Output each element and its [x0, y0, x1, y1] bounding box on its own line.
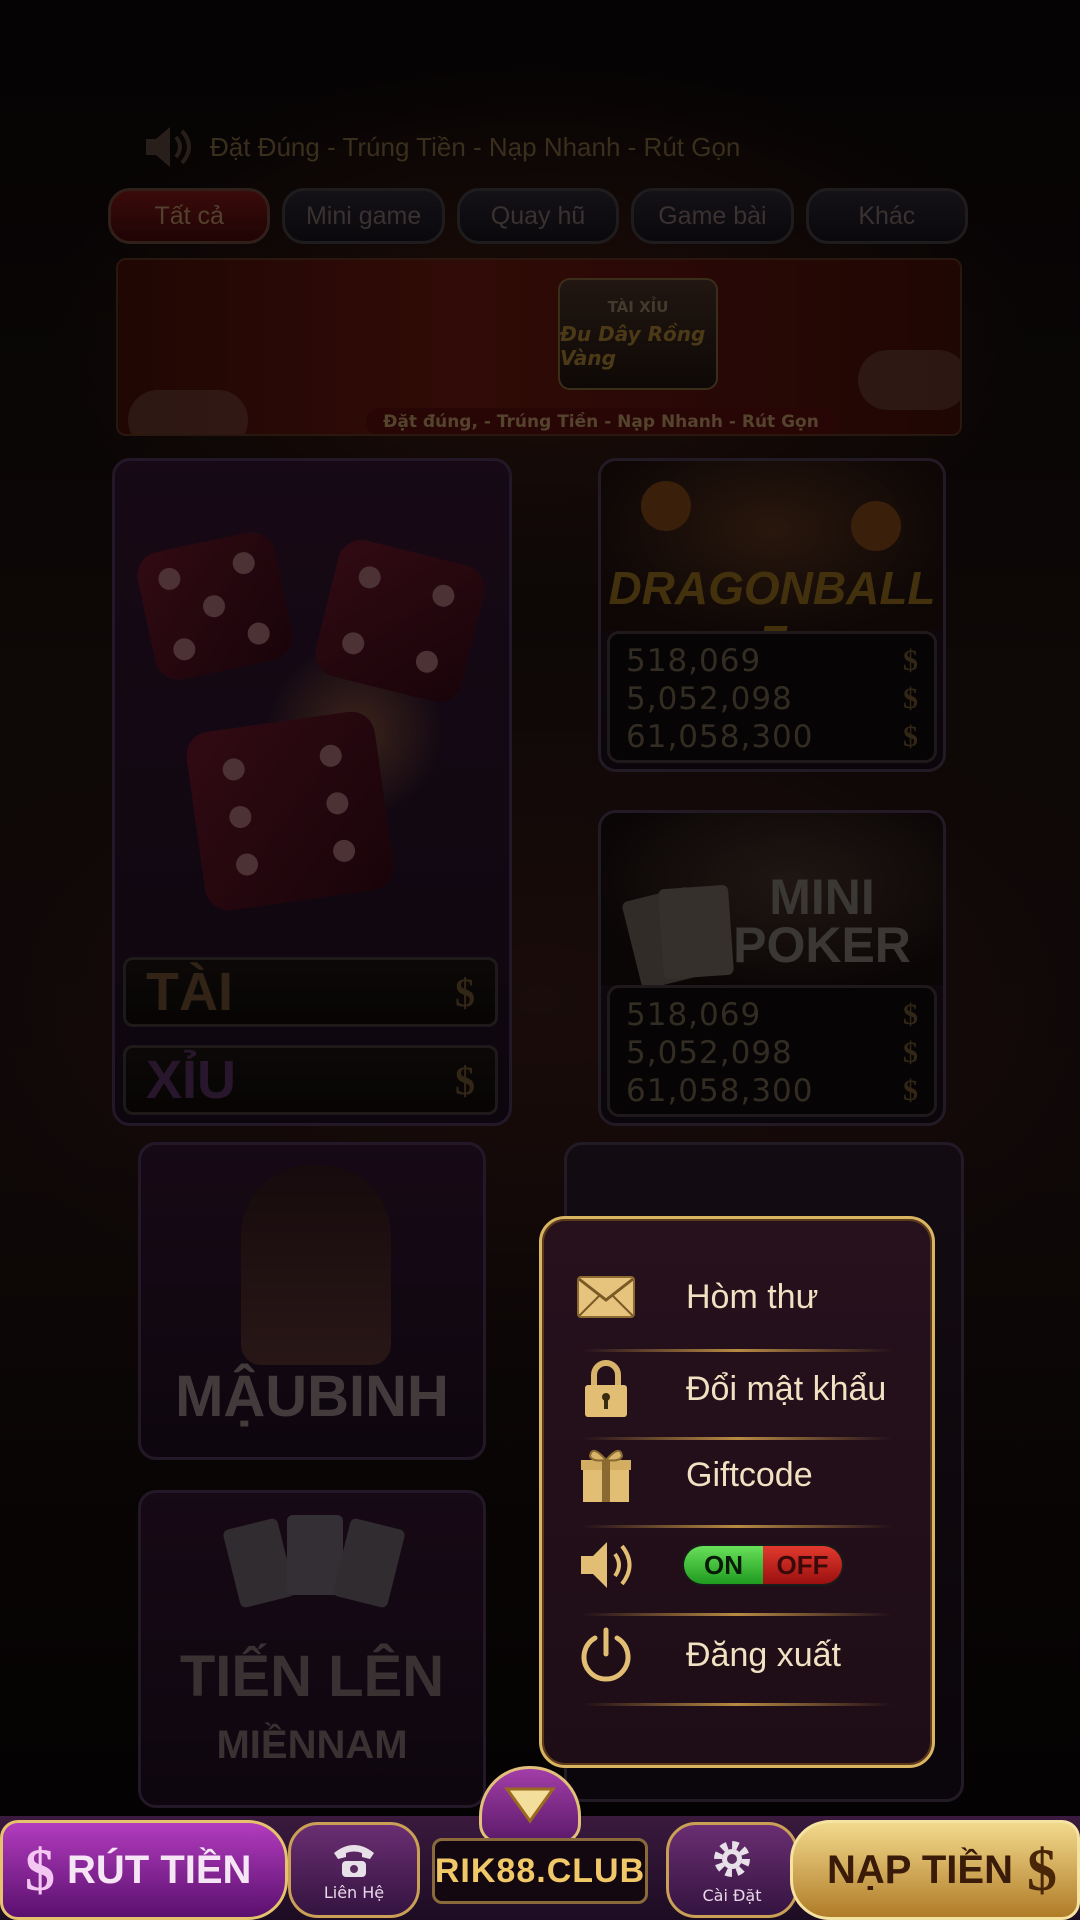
menu-item-giftcode[interactable]: Giftcode [576, 1435, 898, 1515]
menu-item-change-password[interactable]: Đổi mật khẩu [576, 1349, 898, 1429]
telephone-icon [334, 1844, 374, 1877]
settings-menu: Hòm thư Đổi mật khẩu Giftcode ON OFF Đăn… [539, 1216, 935, 1768]
menu-item-logout[interactable]: Đăng xuất [576, 1615, 898, 1695]
gift-icon [576, 1445, 636, 1505]
withdraw-button[interactable]: $ RÚT TIỀN [0, 1820, 288, 1920]
menu-item-mailbox[interactable]: Hòm thư [576, 1257, 898, 1337]
withdraw-label: RÚT TIỀN [67, 1847, 252, 1892]
speaker-icon [576, 1535, 636, 1595]
chevron-down-icon [504, 1787, 556, 1824]
settings-button[interactable]: Cài Đặt [666, 1822, 798, 1918]
deposit-label: NẠP TIỀN [827, 1847, 1013, 1892]
menu-item-label: Đăng xuất [686, 1635, 841, 1674]
deposit-button[interactable]: NẠP TIỀN $ [790, 1820, 1080, 1920]
contact-button[interactable]: Liên Hệ [288, 1822, 420, 1918]
gear-icon [714, 1840, 750, 1877]
dollar-icon: $ [25, 1836, 55, 1903]
menu-item-label: Giftcode [686, 1455, 813, 1494]
mail-icon [576, 1267, 636, 1327]
menu-item-label: Đổi mật khẩu [686, 1369, 887, 1408]
lock-icon [576, 1359, 636, 1419]
power-icon [576, 1625, 636, 1685]
toggle-off[interactable]: OFF [763, 1546, 842, 1584]
sound-toggle[interactable]: ON OFF [682, 1544, 844, 1586]
menu-item-sound: ON OFF [576, 1525, 898, 1605]
contact-label: Liên Hệ [323, 1882, 385, 1902]
brand-logo: RIK88.CLUB [432, 1838, 648, 1904]
menu-item-label: Hòm thư [686, 1277, 819, 1316]
toggle-on[interactable]: ON [684, 1546, 763, 1584]
dollar-icon: $ [1027, 1836, 1057, 1903]
settings-label: Cài Đặt [702, 1885, 762, 1905]
menu-divider [582, 1703, 892, 1706]
